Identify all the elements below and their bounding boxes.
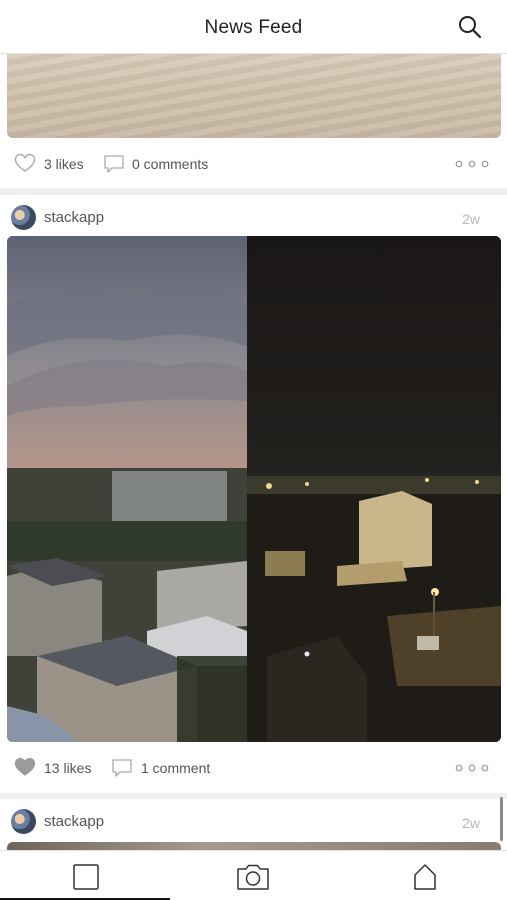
bottom-tab-bar — [0, 850, 507, 900]
page-title: News Feed — [204, 17, 303, 38]
comment-count[interactable]: 0 comments — [132, 156, 208, 172]
post-actions: 3 likes 0 comments — [0, 148, 507, 180]
post-time: 2w — [462, 815, 480, 831]
heart-filled-icon[interactable] — [14, 757, 36, 777]
heart-icon[interactable] — [14, 153, 36, 173]
news-feed[interactable]: 3 likes 0 comments stackapp 2w 13 likes … — [0, 54, 507, 850]
comment-icon[interactable] — [111, 758, 133, 778]
search-icon[interactable] — [457, 14, 483, 40]
home-icon[interactable] — [409, 861, 441, 893]
avatar[interactable] — [11, 809, 36, 834]
username[interactable]: stackapp — [44, 209, 104, 226]
like-count[interactable]: 3 likes — [44, 156, 84, 172]
like-count[interactable]: 13 likes — [44, 760, 91, 776]
post-header: stackapp 2w — [0, 799, 507, 841]
post-photo[interactable] — [7, 54, 501, 138]
post-card: stackapp 2w — [0, 799, 507, 850]
username[interactable]: stackapp — [44, 813, 104, 830]
post-time: 2w — [462, 211, 480, 227]
scrollbar[interactable] — [500, 797, 503, 841]
more-options-icon[interactable] — [455, 764, 489, 772]
avatar[interactable] — [11, 205, 36, 230]
more-options-icon[interactable] — [455, 160, 489, 168]
post-photo[interactable] — [7, 842, 501, 850]
post-header: stackapp 2w — [0, 195, 507, 237]
post-card: stackapp 2w — [0, 195, 507, 793]
camera-icon[interactable] — [235, 861, 271, 893]
top-bar: News Feed — [0, 0, 507, 54]
comment-count[interactable]: 1 comment — [141, 760, 210, 776]
post-actions: 13 likes 1 comment — [0, 752, 507, 784]
comment-icon[interactable] — [103, 154, 125, 174]
feed-icon[interactable] — [70, 861, 102, 893]
post-card: 3 likes 0 comments — [0, 54, 507, 188]
post-photo[interactable] — [7, 236, 501, 742]
